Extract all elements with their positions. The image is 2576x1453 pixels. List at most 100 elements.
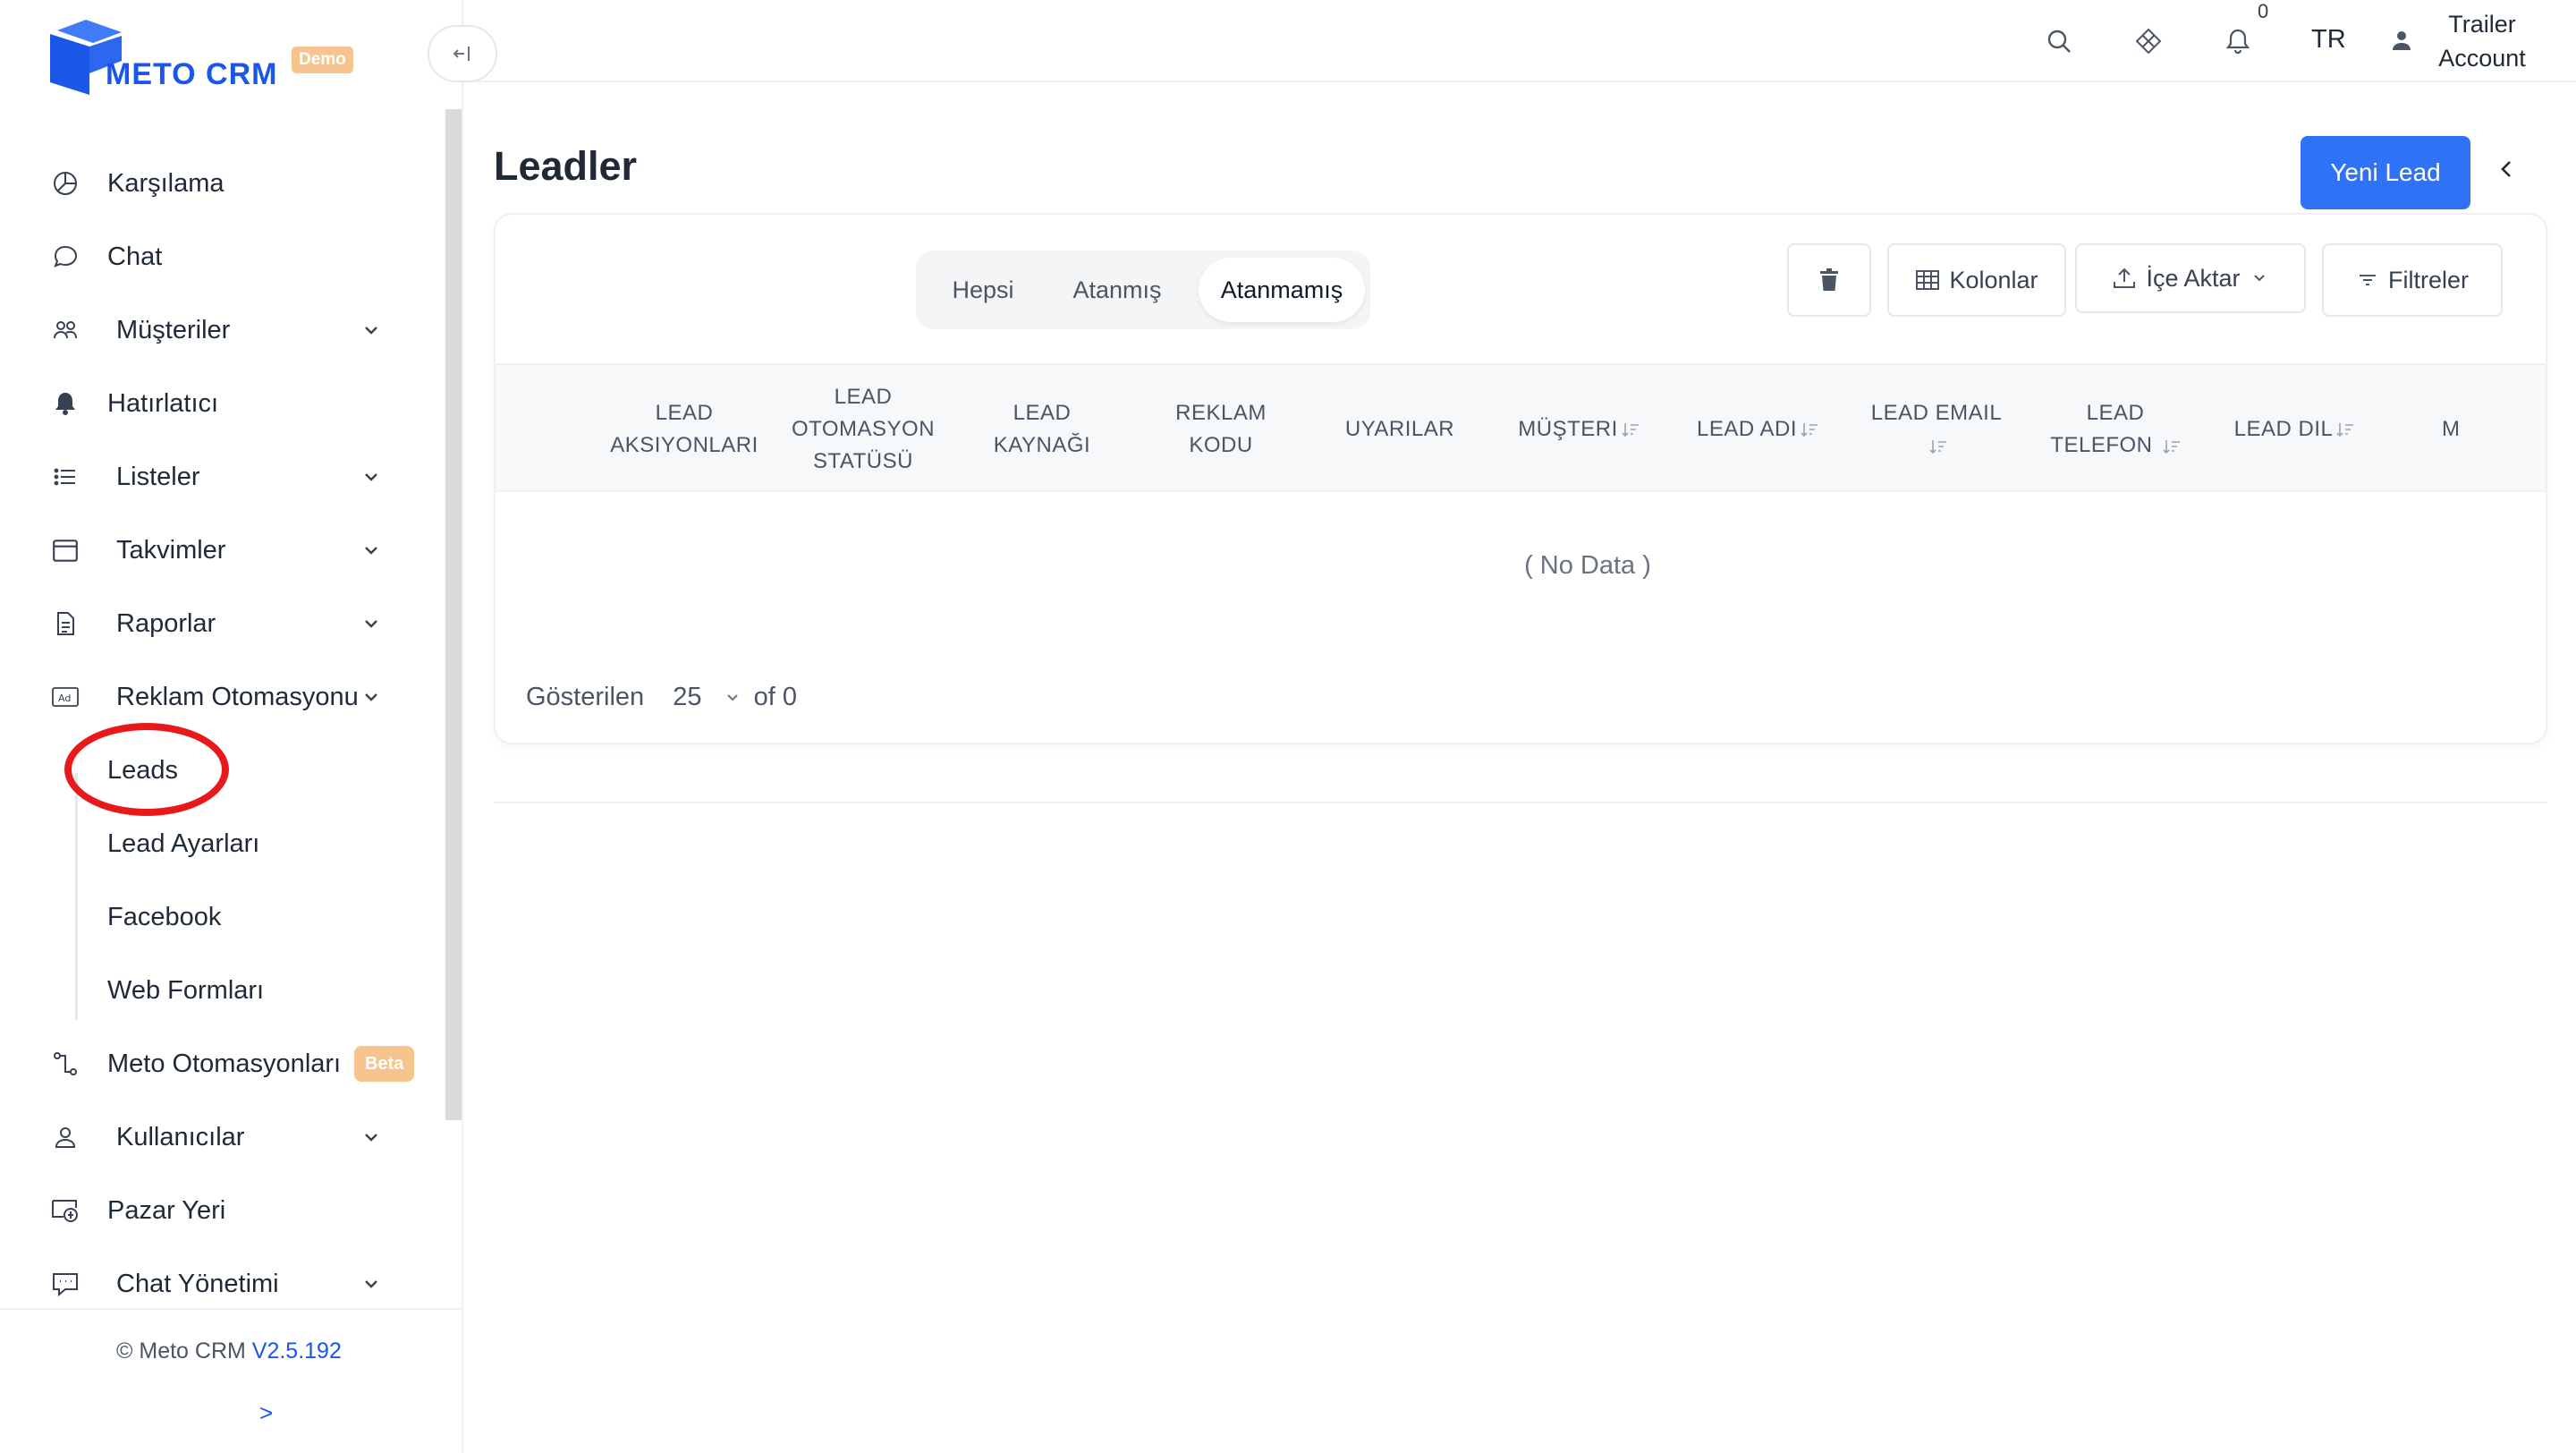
sidebar-item-label: Kullanıcılar (116, 1122, 245, 1151)
tab-atanmamis[interactable]: Atanmamış (1199, 258, 1365, 322)
sidebar-item-label: Takvimler (116, 535, 226, 565)
sort-icon[interactable] (2163, 438, 2181, 455)
account-menu[interactable]: Trailer Account (2415, 7, 2549, 75)
sidebar-item-raporlar[interactable]: Raporlar (0, 592, 438, 655)
sidebar-item-label: Web Formları (107, 975, 265, 1005)
chevron-down-icon[interactable] (358, 537, 385, 564)
copyright-text: © Meto CRM V2.5.192 (116, 1338, 342, 1364)
filters-button[interactable]: Filtreler (2322, 243, 2503, 317)
column-header-lead-aksiyonlari[interactable]: LEAD AKSIYONLARI (599, 365, 769, 494)
pagination-total: of 0 (753, 682, 797, 711)
chevron-down-icon[interactable] (724, 688, 741, 706)
sidebar-item-listeler[interactable]: Listeler (0, 446, 438, 508)
calendar-icon (50, 535, 80, 565)
marketplace-icon (50, 1195, 80, 1226)
column-header-lead-otomasyon-statusu[interactable]: LEAD OTOMASYON STATÜSÜ (778, 365, 948, 494)
sidebar-item-meto-otomasyonlari[interactable]: Meto Otomasyonları Beta (0, 1032, 438, 1095)
chevron-down-icon[interactable] (358, 317, 385, 344)
sidebar-item-pazar-yeri[interactable]: Pazar Yeri (0, 1179, 438, 1242)
column-header-musteri[interactable]: MÜŞTERI (1494, 365, 1664, 494)
import-button[interactable]: İçe Aktar (2075, 243, 2306, 313)
header-line: TELEFON (2050, 433, 2153, 457)
delete-button[interactable] (1787, 243, 1871, 317)
column-header-truncated[interactable]: M (2442, 365, 2478, 494)
columns-button[interactable]: Kolonlar (1887, 243, 2066, 317)
header-line: LEAD (2086, 401, 2145, 425)
column-header-lead-email[interactable]: LEAD EMAIL (1852, 365, 2021, 494)
chevron-down-icon[interactable] (358, 463, 385, 490)
sidebar-item-label: Hatırlatıcı (107, 388, 219, 418)
sidebar-subitem-web-formlari[interactable]: Web Formları (0, 959, 438, 1022)
sort-icon[interactable] (1622, 421, 1640, 438)
sidebar-item-label: Chat Yönetimi (116, 1269, 279, 1298)
sidebar-scrollbar[interactable] (445, 109, 462, 1120)
sidebar-footer: © Meto CRM V2.5.192 > (0, 1308, 462, 1453)
sidebar-item-karsilama[interactable]: Karşılama (0, 152, 438, 215)
column-header-lead-dil[interactable]: LEAD DIL (2209, 365, 2379, 494)
report-icon (50, 608, 80, 639)
chat-bubble-icon (50, 242, 80, 272)
user-icon (50, 1122, 80, 1152)
table-columns-icon (1916, 270, 1940, 290)
sidebar-item-reklam-otomasyonu[interactable]: Ad Reklam Otomasyonu (0, 666, 438, 728)
language-selector[interactable]: TR (2311, 25, 2346, 55)
sort-icon[interactable] (1929, 438, 1947, 455)
search-button[interactable] (2041, 23, 2077, 59)
sort-icon[interactable] (1801, 421, 1818, 438)
table-header: LEAD AKSIYONLARI LEAD OTOMASYON STATÜSÜ LEA… (496, 363, 2546, 492)
column-header-reklam-kodu[interactable]: REKLAM KODU (1136, 365, 1306, 494)
copyright-label: © Meto CRM (116, 1338, 246, 1364)
collapse-sidebar-button[interactable] (428, 25, 497, 82)
sidebar-item-kullanicilar[interactable]: Kullanıcılar (0, 1106, 438, 1168)
header-line: STATÜSÜ (813, 449, 913, 473)
import-label: İçe Aktar (2146, 264, 2241, 292)
header-line: AKSIYONLARI (610, 433, 758, 457)
brand-logo[interactable]: METO CRM Demo (47, 16, 386, 97)
filters-label: Filtreler (2387, 266, 2469, 293)
integrations-button[interactable] (2131, 23, 2166, 59)
diamond-grid-icon (2135, 28, 2162, 55)
sidebar-item-chat[interactable]: Chat (0, 225, 438, 288)
sidebar-item-musteriler[interactable]: Müşteriler (0, 299, 438, 361)
sidebar-item-label: Lead Ayarları (107, 828, 260, 858)
chat-settings-icon (50, 1269, 80, 1299)
header-line: LEAD EMAIL (1870, 401, 2003, 425)
column-header-uyarilar[interactable]: UYARILAR (1315, 365, 1485, 494)
chevron-down-icon[interactable] (358, 610, 385, 637)
automation-icon (50, 1049, 80, 1079)
tab-hepsi[interactable]: Hepsi (916, 251, 1050, 329)
sidebar: METO CRM Demo Karşılama Chat Müşteriler (0, 0, 463, 1453)
new-lead-button[interactable]: Yeni Lead (2301, 136, 2470, 209)
sidebar-item-label: Raporlar (116, 608, 216, 638)
column-header-lead-telefon[interactable]: LEAD TELEFON (2030, 365, 2200, 494)
tab-atanmis[interactable]: Atanmış (1050, 251, 1184, 329)
sort-icon[interactable] (2336, 421, 2354, 438)
column-header-lead-kaynagi[interactable]: LEAD KAYNAĞI (957, 365, 1127, 494)
version-link[interactable]: V2.5.192 (252, 1338, 342, 1364)
chevron-left-icon[interactable] (2492, 154, 2522, 184)
sidebar-item-hatirlatici[interactable]: Hatırlatıcı (0, 372, 438, 435)
list-icon (50, 462, 80, 492)
expand-sidebar-button[interactable]: > (259, 1399, 273, 1427)
chevron-down-icon[interactable] (358, 1270, 385, 1297)
sidebar-subitem-lead-ayarlari[interactable]: Lead Ayarları (0, 812, 438, 875)
header-line: KODU (1189, 433, 1253, 457)
highlight-circle (64, 723, 229, 816)
notifications-button[interactable] (2220, 23, 2256, 59)
sidebar-item-label: Listeler (116, 462, 200, 491)
sidebar-item-takvimler[interactable]: Takvimler (0, 519, 438, 582)
demo-badge: Demo (292, 47, 353, 73)
filter-lines-icon (2359, 275, 2376, 285)
column-header-lead-adi[interactable]: LEAD ADI (1673, 365, 1843, 494)
chevron-down-icon[interactable] (358, 1124, 385, 1151)
header-line: LEAD (1013, 401, 1072, 425)
header-line: LEAD (834, 385, 893, 409)
sidebar-subitem-facebook[interactable]: Facebook (0, 886, 438, 948)
chevron-down-icon (2253, 275, 2265, 282)
sidebar-item-label: Chat (107, 242, 163, 271)
sidebar-item-chat-yonetimi[interactable]: Chat Yönetimi (0, 1253, 438, 1315)
empty-state-text: ( No Data ) (1524, 551, 1651, 580)
page-size-value[interactable]: 25 (673, 683, 701, 712)
chevron-down-icon[interactable] (358, 684, 385, 710)
columns-label: Kolonlar (1949, 266, 2038, 293)
